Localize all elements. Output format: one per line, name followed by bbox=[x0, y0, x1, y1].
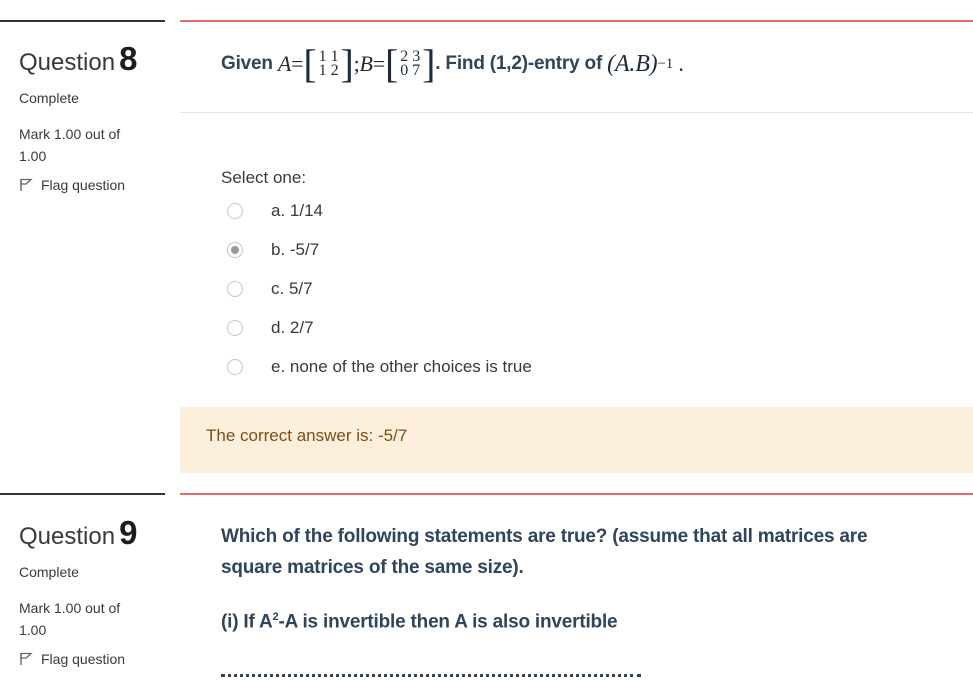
flag-icon bbox=[20, 652, 33, 665]
answer-option-c[interactable]: c. 5/7 bbox=[227, 279, 313, 299]
question-9-text: Which of the following statements are tr… bbox=[221, 526, 868, 578]
flag-question-8-button[interactable]: Flag question bbox=[19, 177, 125, 193]
correct-answer-text: The correct answer is: -5/7 bbox=[206, 426, 408, 445]
radio-button[interactable] bbox=[227, 359, 243, 375]
radio-button[interactable] bbox=[227, 203, 243, 219]
flag-question-9-button[interactable]: Flag question bbox=[19, 651, 125, 667]
radio-button-selected[interactable] bbox=[227, 242, 243, 258]
statement-ii-cutoff bbox=[221, 668, 641, 678]
question-8-separator bbox=[180, 112, 973, 113]
answer-option-d[interactable]: d. 2/7 bbox=[227, 318, 314, 338]
radio-button[interactable] bbox=[227, 320, 243, 336]
statement-i: (i) If A2-A is invertible then A is also… bbox=[221, 611, 618, 633]
answer-option-e[interactable]: e. none of the other choices is true bbox=[227, 357, 532, 377]
question-9-mark: Mark 1.00 out of 1.00 bbox=[19, 600, 121, 638]
radio-button[interactable] bbox=[227, 281, 243, 297]
question-9-divider bbox=[180, 493, 973, 495]
flag-icon bbox=[20, 178, 33, 191]
matrix-b: [ 2 3 0 7 ] bbox=[385, 41, 436, 86]
select-one-label: Select one: bbox=[221, 168, 307, 187]
question-8-number: Question 8 bbox=[19, 40, 138, 77]
question-9-number: Question 9 bbox=[19, 514, 138, 551]
question-8-divider bbox=[180, 20, 973, 22]
question-8-text: Given A = [ 1 1 1 2 ] ; B = [ 2 3 0 7 ] … bbox=[221, 41, 684, 86]
question-8-state: Complete bbox=[19, 90, 79, 106]
matrix-a: [ 1 1 1 2 ] bbox=[303, 41, 354, 86]
answer-option-a[interactable]: a. 1/14 bbox=[227, 201, 323, 221]
question-9-state: Complete bbox=[19, 564, 79, 580]
question-8-mark: Mark 1.00 out of 1.00 bbox=[19, 126, 121, 164]
feedback-box: The correct answer is: -5/7 bbox=[180, 407, 973, 473]
answer-option-b[interactable]: b. -5/7 bbox=[227, 240, 319, 260]
